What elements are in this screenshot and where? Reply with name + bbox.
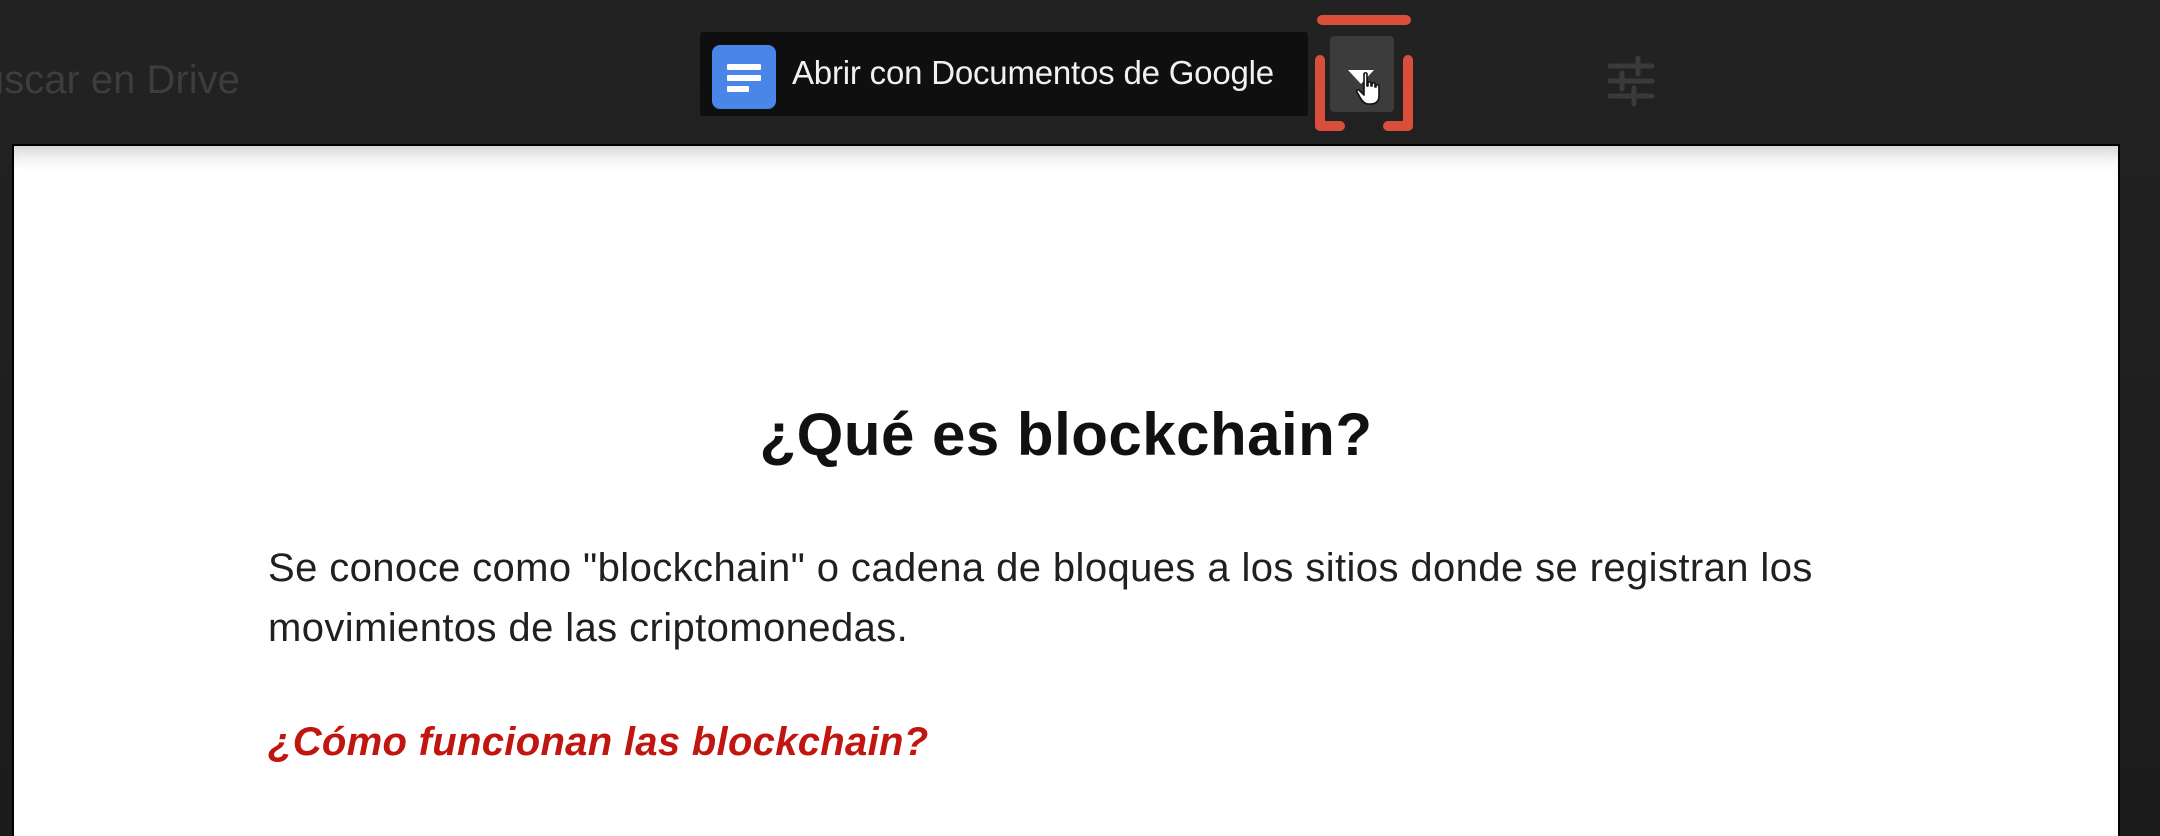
- document-subheading: ¿Cómo funcionan las blockchain?: [268, 720, 929, 764]
- open-with-docs-button[interactable]: Abrir con Documentos de Google: [700, 32, 1320, 116]
- open-with-dropdown-button[interactable]: [1330, 36, 1394, 112]
- open-with-toolbar: Abrir con Documentos de Google: [700, 32, 1308, 116]
- document-title: ¿Qué es blockchain?: [759, 401, 1373, 468]
- document-paragraph: Se conoce como "blockchain" o cadena de …: [268, 546, 1813, 650]
- document-preview: ¿Qué es blockchain? Se conoce como "bloc…: [12, 144, 2120, 836]
- screen: uscar en Drive Abrir con Documentos de G…: [0, 0, 2160, 836]
- hand-pointer-icon: [1356, 72, 1380, 105]
- tune-icon: [1607, 55, 1655, 107]
- google-docs-icon: [712, 45, 776, 109]
- open-with-label: Abrir con Documentos de Google: [792, 54, 1274, 91]
- drive-search-placeholder: uscar en Drive: [0, 58, 240, 102]
